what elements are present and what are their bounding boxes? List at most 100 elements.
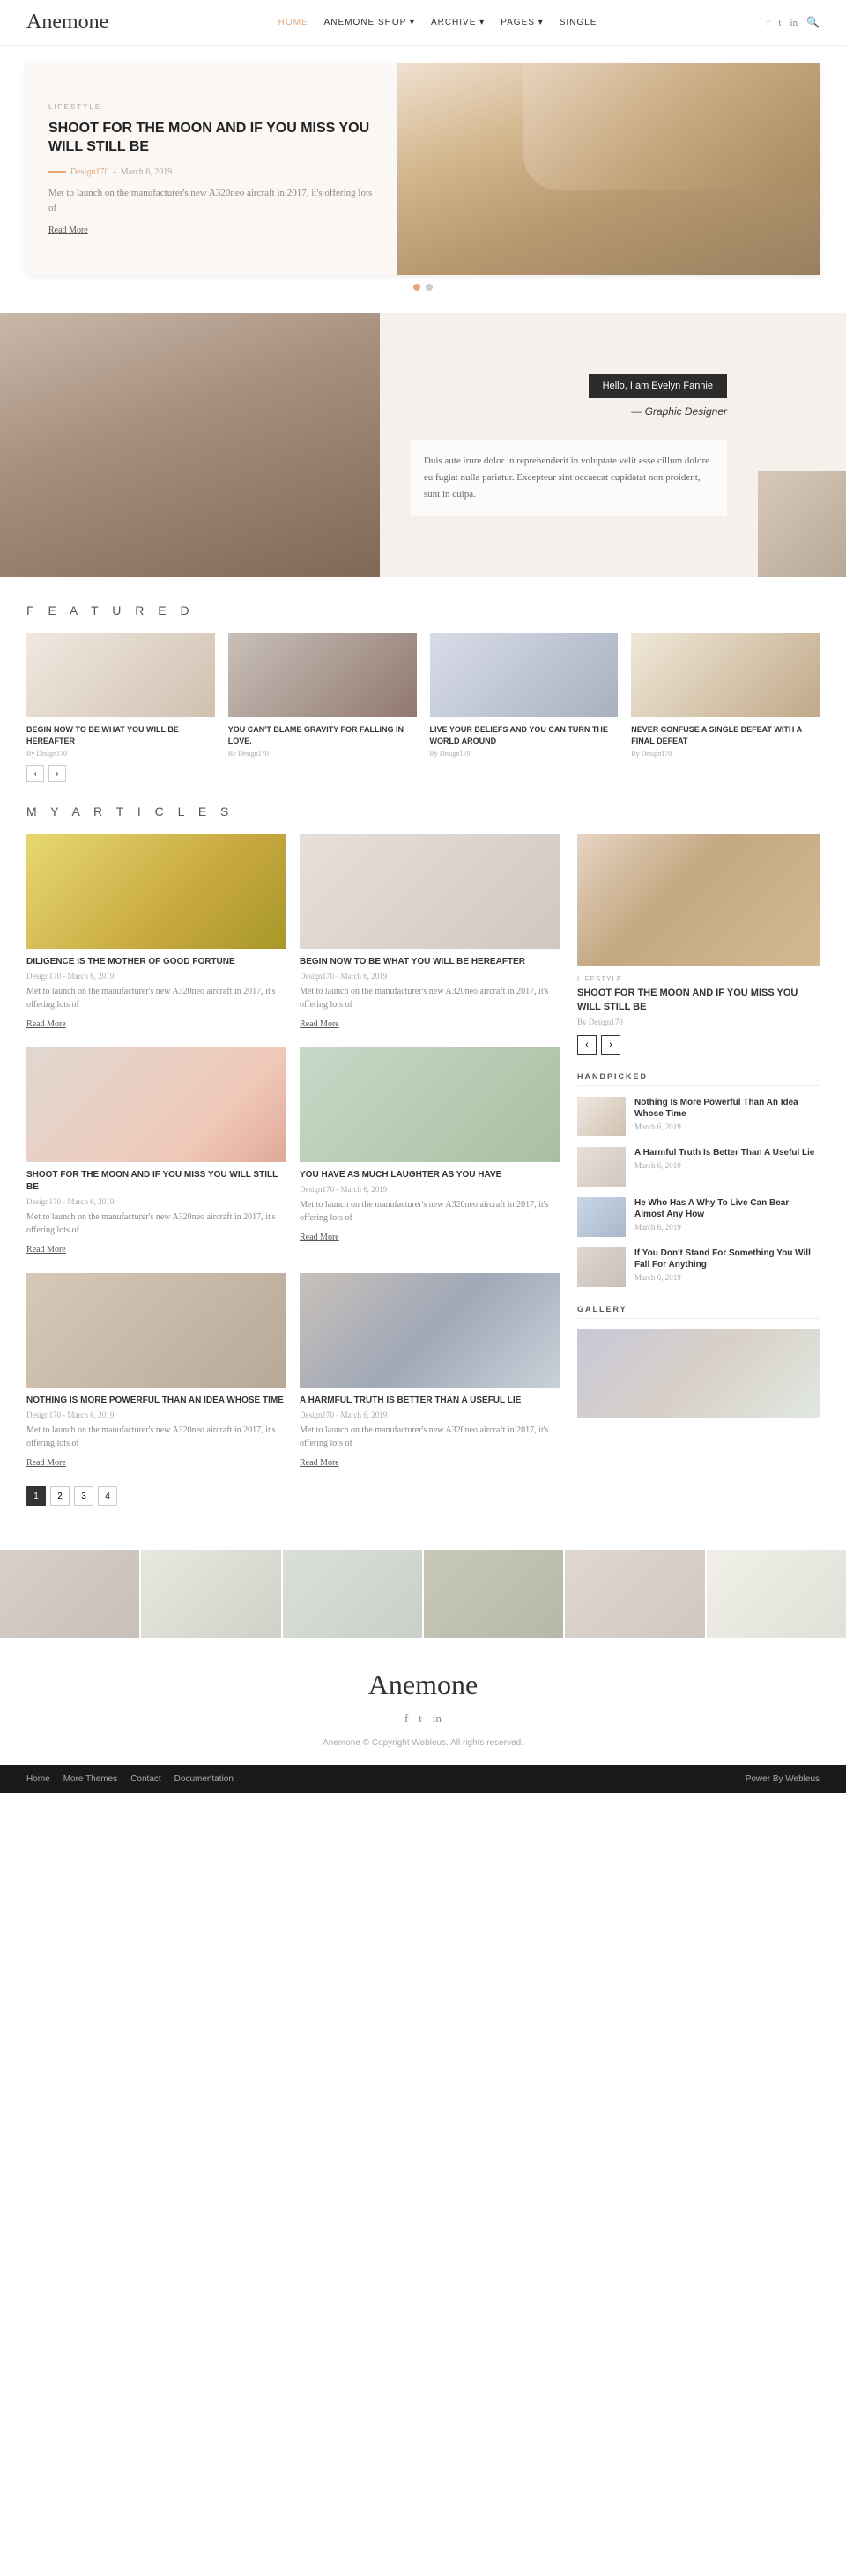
featured-thumb-4 [631, 633, 820, 717]
footer-main: Anemone f t in Anemone © Copyright Weble… [0, 1638, 846, 1765]
gallery-strip-1[interactable] [0, 1550, 139, 1638]
about-section: Hello, I am Evelyn Fannie — Graphic Desi… [0, 313, 846, 577]
si-thumb-1 [577, 1097, 626, 1136]
featured-prev-btn[interactable]: ‹ [26, 765, 44, 782]
featured-item-3[interactable]: LIVE YOUR BELIEFS AND YOU CAN TURN THE W… [430, 633, 619, 758]
footer-nav-themes[interactable]: More Themes [63, 1774, 118, 1784]
gallery-strip [0, 1550, 846, 1638]
about-person-silhouette [0, 313, 380, 577]
featured-author-2: By Design170 [228, 750, 417, 758]
about-image [0, 313, 380, 577]
article-card-3[interactable]: SHOOT FOR THE MOON AND IF YOU MISS YOU W… [26, 1047, 286, 1255]
footer-linkedin-icon[interactable]: in [433, 1712, 442, 1726]
sidebar-item-4[interactable]: If You Don't Stand for Something You Wil… [577, 1247, 820, 1287]
nav-link-single[interactable]: SINGLE [560, 18, 597, 27]
nav-link-archive[interactable]: ARCHIVE ▾ [431, 18, 485, 27]
article-card-5[interactable]: NOTHING IS MORE POWERFUL THAN AN IDEA WH… [26, 1273, 286, 1469]
article-readmore-1[interactable]: Read More [26, 1019, 66, 1029]
hero-dot-2[interactable] [426, 284, 433, 291]
linkedin-icon[interactable]: in [790, 18, 798, 28]
hero-image [397, 63, 820, 275]
featured-item-1[interactable]: BEGIN NOW TO BE WHAT YOU WILL BE HEREAFT… [26, 633, 215, 758]
hero-read-more[interactable]: Read More [48, 226, 375, 235]
si-thumb-3 [577, 1197, 626, 1237]
footer-powered: Power By Webleus [746, 1774, 820, 1784]
article-excerpt-1: Met to launch on the manufacturer's new … [26, 985, 286, 1011]
footer-nav-bar: Home More Themes Contact Documentation P… [0, 1765, 846, 1793]
si-title-3: He Who Has a Why to Live Can Bear Almost… [634, 1197, 820, 1220]
hero-date: March 6, 2019 [121, 167, 173, 177]
hero-author: Design170 [70, 167, 108, 177]
article-meta-4: Design170 - March 6, 2019 [300, 1185, 560, 1194]
hero-category: LIFESTYLE [48, 103, 375, 111]
footer-logo: Anemone [0, 1669, 846, 1701]
twitter-icon[interactable]: t [778, 18, 781, 28]
sidebar-next-btn[interactable]: › [601, 1035, 620, 1055]
featured-author-1: By Design170 [26, 750, 215, 758]
page-btn-1[interactable]: 1 [26, 1486, 46, 1506]
featured-next-btn[interactable]: › [48, 765, 66, 782]
article-readmore-5[interactable]: Read More [26, 1458, 66, 1468]
si-info-3: He Who Has a Why to Live Can Bear Almost… [634, 1197, 820, 1232]
search-icon[interactable]: 🔍 [806, 16, 820, 29]
gallery-strip-3[interactable] [283, 1550, 422, 1638]
gallery-strip-2[interactable] [141, 1550, 280, 1638]
hero-orange-bar [48, 171, 66, 173]
sidebar-featured-author: By Design170 [577, 1018, 820, 1026]
gallery-section-title: GALLERY [577, 1305, 820, 1319]
article-readmore-3[interactable]: Read More [26, 1245, 66, 1255]
page-btn-3[interactable]: 3 [74, 1486, 93, 1506]
article-card-2[interactable]: BEGIN NOW TO BE WHAT YOU WILL BE HEREAFT… [300, 834, 560, 1030]
hero-text-panel: LIFESTYLE SHOOT FOR THE MOON AND IF YOU … [26, 63, 397, 275]
facebook-icon[interactable]: f [767, 18, 770, 28]
article-card-4[interactable]: YOU HAVE AS MUCH LAUGHTER AS YOU HAVE De… [300, 1047, 560, 1255]
featured-title-4: NEVER CONFUSE A SINGLE DEFEAT WITH A FIN… [631, 724, 820, 746]
about-role: — Graphic Designer [631, 405, 727, 418]
footer-nav-docs[interactable]: Documentation [174, 1774, 234, 1784]
si-title-4: If You Don't Stand for Something You Wil… [634, 1247, 820, 1270]
page-btn-4[interactable]: 4 [98, 1486, 117, 1506]
sidebar-item-2[interactable]: A Harmful Truth is Better Than a Useful … [577, 1147, 820, 1187]
si-info-1: Nothing Is More Powerful Than an Idea Wh… [634, 1097, 820, 1131]
sidebar-item-1[interactable]: Nothing Is More Powerful Than an Idea Wh… [577, 1097, 820, 1136]
footer-facebook-icon[interactable]: f [404, 1712, 408, 1726]
nav-link-pages[interactable]: PAGES ▾ [501, 18, 544, 27]
hero-dot-1[interactable] [413, 284, 420, 291]
footer-nav-contact[interactable]: Contact [130, 1774, 160, 1784]
sidebar-gallery-thumb [577, 1329, 820, 1418]
gallery-strip-5[interactable] [565, 1550, 704, 1638]
nav-link-shop[interactable]: ANEMONE SHOP ▾ [324, 18, 415, 27]
main-nav: Anemone HOME ANEMONE SHOP ▾ ARCHIVE ▾ PA… [0, 0, 846, 46]
article-excerpt-4: Met to launch on the manufacturer's new … [300, 1198, 560, 1225]
article-card-6[interactable]: A HARMFUL TRUTH IS BETTER THAN A USEFUL … [300, 1273, 560, 1469]
featured-author-3: By Design170 [430, 750, 619, 758]
featured-item-2[interactable]: YOU CAN'T BLAME GRAVITY FOR FALLING IN L… [228, 633, 417, 758]
si-title-1: Nothing Is More Powerful Than an Idea Wh… [634, 1097, 820, 1120]
hero-flower-overlay [523, 63, 820, 190]
footer-twitter-icon[interactable]: t [419, 1712, 422, 1726]
article-meta-3: Design170 - March 6, 2019 [26, 1197, 286, 1206]
article-thumb-6 [300, 1273, 560, 1388]
nav-link-home[interactable]: HOME [278, 18, 308, 27]
article-thumb-1 [26, 834, 286, 949]
nav-logo[interactable]: Anemone [26, 11, 108, 34]
pagination: 1 2 3 4 [26, 1486, 560, 1506]
footer-nav-home[interactable]: Home [26, 1774, 50, 1784]
article-meta-5: Design170 - March 6, 2019 [26, 1410, 286, 1419]
article-excerpt-6: Met to launch on the manufacturer's new … [300, 1424, 560, 1450]
page-btn-2[interactable]: 2 [50, 1486, 70, 1506]
gallery-strip-6[interactable] [707, 1550, 846, 1638]
article-card-1[interactable]: DILIGENCE IS THE MOTHER OF GOOD FORTUNE … [26, 834, 286, 1030]
footer-social: f t in [0, 1712, 846, 1726]
article-readmore-6[interactable]: Read More [300, 1458, 339, 1468]
featured-item-4[interactable]: NEVER CONFUSE A SINGLE DEFEAT WITH A FIN… [631, 633, 820, 758]
sidebar-prev-btn[interactable]: ‹ [577, 1035, 597, 1055]
sidebar-item-3[interactable]: He Who Has a Why to Live Can Bear Almost… [577, 1197, 820, 1237]
article-thumb-4 [300, 1047, 560, 1162]
hero-slider: LIFESTYLE SHOOT FOR THE MOON AND IF YOU … [26, 63, 820, 275]
sidebar-featured-title: SHOOT FOR THE MOON AND IF YOU MISS YOU W… [577, 987, 820, 1014]
article-readmore-2[interactable]: Read More [300, 1019, 339, 1029]
article-readmore-4[interactable]: Read More [300, 1232, 339, 1242]
gallery-strip-4[interactable] [424, 1550, 563, 1638]
article-meta-1: Design170 - March 6, 2019 [26, 972, 286, 981]
